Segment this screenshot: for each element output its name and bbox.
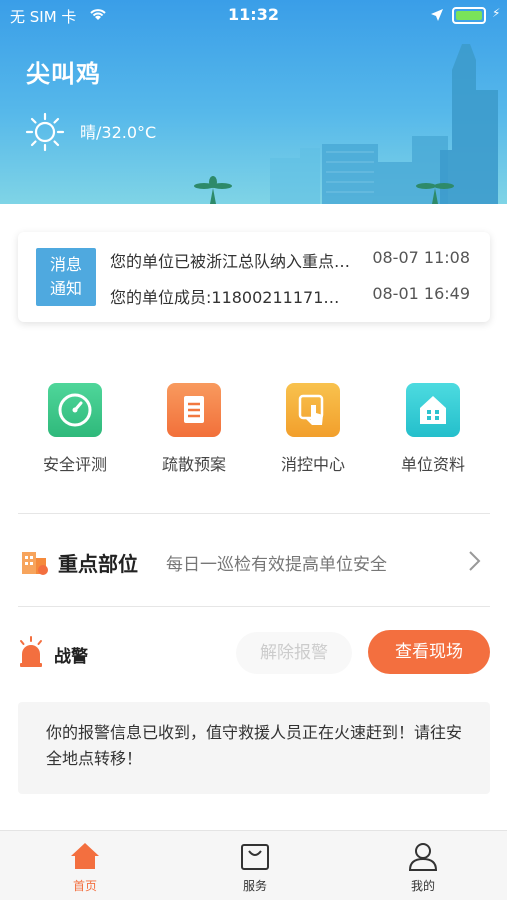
tab-label: 我的 (410, 879, 435, 893)
view-scene-button[interactable]: 查看现场 (368, 630, 490, 674)
key-area-title: 重点部位 (58, 552, 138, 576)
divider (18, 606, 490, 607)
status-bar: 无 SIM 卡 11:32 ⚡ (0, 0, 507, 30)
home-icon (71, 843, 99, 869)
city-name: 尖叫鸡 (26, 60, 101, 88)
divider (18, 513, 490, 514)
tab-home[interactable]: 首页 (35, 841, 135, 894)
alarm-light-icon (20, 636, 42, 667)
menu-item-unit-profile[interactable]: 单位资料 (378, 383, 488, 475)
tab-profile[interactable]: 我的 (373, 841, 473, 894)
header-banner: 无 SIM 卡 11:32 ⚡ 尖叫鸡 晴/32.0°C (0, 0, 507, 204)
notice-item-time: 08-01 16:49 (372, 284, 470, 303)
key-area-row[interactable]: 重点部位 每日一巡检有效提高单位安全 (0, 540, 507, 584)
menu-item-safety-evaluation[interactable]: 安全评测 (20, 383, 130, 475)
alarm-title: 战警 (54, 647, 88, 667)
charging-bolt-icon: ⚡ (492, 6, 501, 20)
building-icon (22, 552, 48, 575)
touch-icon (286, 383, 340, 437)
notice-item-time: 08-07 11:08 (372, 248, 470, 267)
alarm-message: 你的报警信息已收到，值守救援人员正在火速赶到！请往安全地点转移！ (18, 702, 490, 794)
user-icon (408, 843, 438, 871)
notice-item-text: 您的单位成员:11800211171已加入 (110, 288, 355, 307)
quick-menu: 安全评测 疏散预案 消控中心 单位资料 (0, 383, 507, 483)
notice-item[interactable]: 您的单位成员:11800211171已加入 08-01 16:49 (110, 284, 480, 308)
menu-label: 安全评测 (42, 455, 107, 474)
chevron-right-icon (469, 551, 481, 571)
sun-icon (25, 112, 65, 152)
menu-item-fire-control-center[interactable]: 消控中心 (258, 383, 368, 475)
key-area-description: 每日一巡检有效提高单位安全 (166, 555, 387, 575)
tab-bar: 首页 服务 我的 (0, 830, 507, 900)
tab-label: 服务 (242, 879, 267, 893)
city-skyline-illustration (194, 44, 498, 204)
gauge-icon (48, 383, 102, 437)
notice-badge-line2: 通知 (49, 279, 82, 298)
document-icon (167, 383, 221, 437)
menu-item-evacuation-plan[interactable]: 疏散预案 (139, 383, 249, 475)
house-icon (406, 383, 460, 437)
menu-label: 消控中心 (280, 455, 345, 474)
tab-label: 首页 (72, 879, 97, 893)
location-arrow-icon (431, 9, 443, 21)
notice-badge-line1: 消息 (49, 255, 82, 274)
notice-item-text: 您的单位已被浙江总队纳入重点单位 (110, 252, 355, 271)
notice-item[interactable]: 您的单位已被浙江总队纳入重点单位 08-07 11:08 (110, 248, 480, 272)
menu-label: 单位资料 (400, 455, 465, 474)
tab-service[interactable]: 服务 (205, 841, 305, 894)
menu-label: 疏散预案 (161, 455, 226, 474)
weather-text: 晴/32.0°C (80, 123, 157, 142)
bag-icon (241, 844, 269, 870)
notice-badge: 消息 通知 (36, 248, 96, 306)
notice-card[interactable]: 消息 通知 您的单位已被浙江总队纳入重点单位 08-07 11:08 您的单位成… (18, 232, 490, 322)
dismiss-alarm-button[interactable]: 解除报警 (236, 632, 352, 674)
battery-icon (452, 7, 486, 24)
